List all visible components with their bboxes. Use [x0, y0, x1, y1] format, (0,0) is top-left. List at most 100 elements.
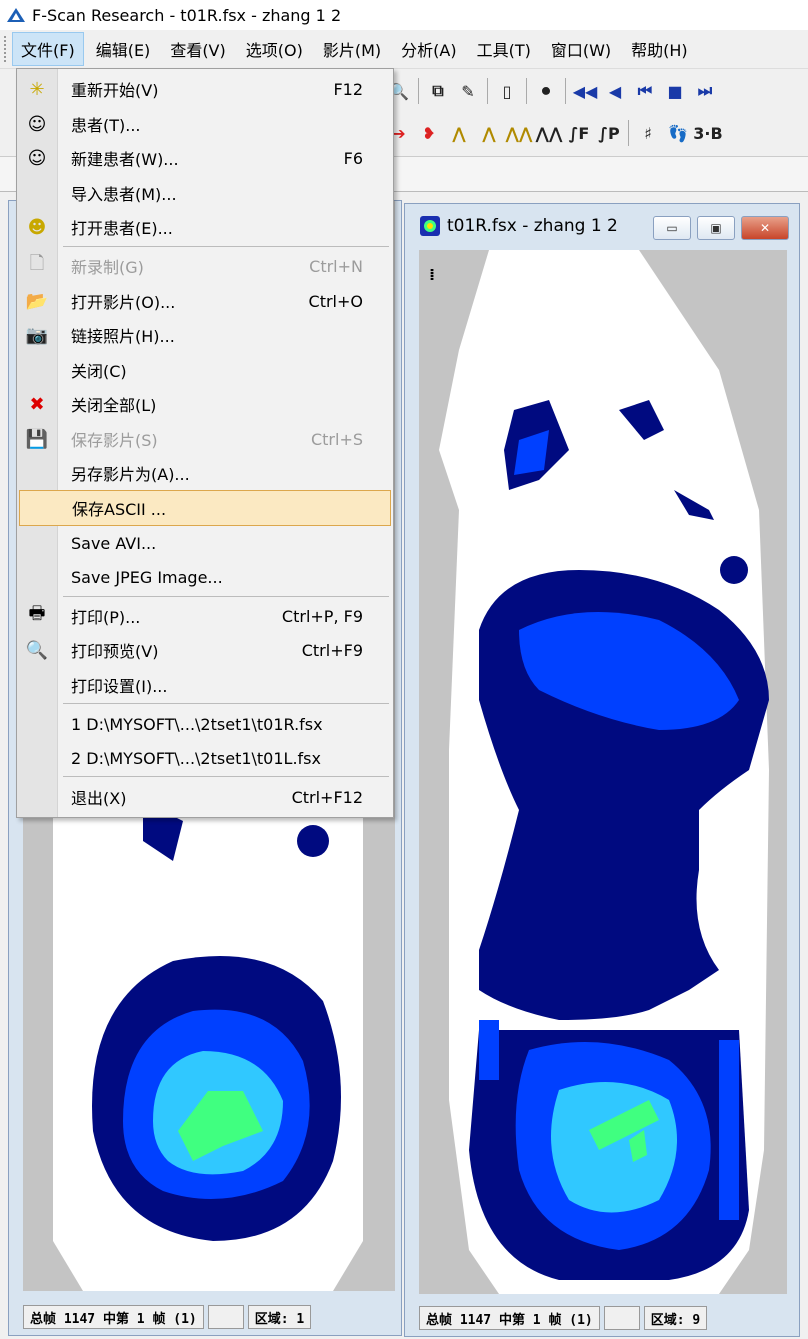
- menu-item-save-ascii[interactable]: 保存ASCII ...: [19, 490, 391, 526]
- restart-icon: ✳: [29, 78, 45, 100]
- box-3b-icon[interactable]: 3·B: [693, 119, 723, 147]
- menu-item-shortcut: Ctrl+S: [310, 429, 363, 449]
- menu-item-new-recording[interactable]: 🗋 新录制(G) Ctrl+N: [17, 249, 393, 283]
- grid-icon[interactable]: ♯: [633, 119, 663, 147]
- menu-item-label: Save AVI...: [71, 533, 157, 553]
- menu-item-open-patient[interactable]: ☻ 打开患者(E)...: [17, 210, 393, 244]
- menu-item-import-patient[interactable]: 导入患者(M)...: [17, 176, 393, 210]
- menu-item-label: 关闭全部(L): [71, 396, 157, 415]
- right-window-titlebar[interactable]: t01R.fsx - zhang 1 2 ▭ ▣ ✕: [405, 204, 799, 248]
- first-frame-icon[interactable]: ⏮: [630, 77, 660, 105]
- menu-item-recent-1[interactable]: 1 D:\MYSOFT\...\2tset1\t01R.fsx: [17, 707, 393, 741]
- menu-analysis[interactable]: 分析(A): [393, 33, 464, 65]
- multi-peak-icon[interactable]: ⋀⋀: [504, 119, 534, 147]
- status-empty: [603, 1306, 640, 1330]
- menu-item-print-preview[interactable]: 🔍 打印预览(V) Ctrl+F9: [17, 633, 393, 667]
- step-back-icon[interactable]: ◀: [600, 77, 630, 105]
- sensor-icon[interactable]: ▯: [492, 77, 522, 105]
- frame-status: 总帧 1147 中第 1 帧 (1): [419, 1306, 600, 1330]
- right-window-title: t01R.fsx - zhang 1 2: [447, 216, 618, 236]
- menu-item-save-jpeg[interactable]: Save JPEG Image...: [17, 560, 393, 594]
- left-status-bar: 总帧 1147 中第 1 帧 (1) 区域: 1: [23, 1305, 312, 1329]
- menu-item-label: 2 D:\MYSOFT\...\2tset1\t01L.fsx: [71, 748, 321, 768]
- menu-item-open-movie[interactable]: 📂 打开影片(O)... Ctrl+O: [17, 284, 393, 318]
- menu-item-label: 导入患者(M)...: [71, 185, 177, 204]
- toolbar-separator: [565, 78, 566, 104]
- menu-item-save-movie[interactable]: 💾 保存影片(S) Ctrl+S: [17, 422, 393, 456]
- menu-item-label: 打开患者(E)...: [71, 219, 173, 238]
- file-menu-dropdown: ✳ 重新开始(V) F12 ☺ 患者(T)... ☺ 新建患者(W)... F6…: [16, 68, 394, 818]
- menu-item-new-patient[interactable]: ☺ 新建患者(W)... F6: [17, 141, 393, 175]
- menu-item-shortcut: Ctrl+N: [309, 256, 363, 276]
- menu-help[interactable]: 帮助(H): [623, 33, 696, 65]
- maximize-button[interactable]: ▣: [697, 216, 735, 240]
- menu-item-print-setup[interactable]: 打印设置(I)...: [17, 668, 393, 702]
- footprint-tool-icon[interactable]: ❥: [414, 119, 444, 147]
- toolbar-separator: [487, 78, 488, 104]
- rewind-icon[interactable]: ◀◀: [570, 77, 600, 105]
- menu-view[interactable]: 查看(V): [162, 33, 233, 65]
- menu-item-patient[interactable]: ☺ 患者(T)...: [17, 107, 393, 141]
- menu-item-save-movie-as[interactable]: 另存影片为(A)...: [17, 456, 393, 490]
- menu-edit[interactable]: 编辑(E): [88, 33, 159, 65]
- frame-status: 总帧 1147 中第 1 帧 (1): [23, 1305, 204, 1329]
- copy-icon[interactable]: ⧉: [423, 77, 453, 105]
- new-recording-icon: 🗋: [29, 253, 45, 274]
- open-folder-icon: 📂: [25, 290, 49, 312]
- menu-options[interactable]: 选项(O): [238, 33, 311, 65]
- print-preview-icon: 🔍: [25, 639, 49, 661]
- minimize-button[interactable]: ▭: [653, 216, 691, 240]
- menu-item-label: 关闭(C): [71, 362, 127, 381]
- last-frame-icon[interactable]: ⏭: [690, 77, 720, 105]
- force-integral-icon[interactable]: ∫F: [564, 119, 594, 147]
- close-all-icon: ✖: [29, 393, 45, 415]
- menu-item-print[interactable]: 🖶 打印(P)... Ctrl+P, F9: [17, 599, 393, 633]
- status-empty: [207, 1305, 244, 1329]
- menu-item-save-avi[interactable]: Save AVI...: [17, 526, 393, 560]
- menu-item-label: 重新开始(V): [71, 81, 159, 100]
- menu-item-recent-2[interactable]: 2 D:\MYSOFT\...\2tset1\t01L.fsx: [17, 741, 393, 775]
- app-logo-icon: [7, 8, 25, 22]
- menu-item-shortcut: F6: [343, 148, 363, 168]
- menu-item-close[interactable]: 关闭(C): [17, 353, 393, 387]
- toolbar-separator: [526, 78, 527, 104]
- right-pressure-svg: ⁞: [429, 250, 769, 1294]
- menu-item-exit[interactable]: 退出(X) Ctrl+F12: [17, 780, 393, 814]
- menu-movie[interactable]: 影片(M): [315, 33, 389, 65]
- menu-tools[interactable]: 工具(T): [469, 33, 539, 65]
- menu-file[interactable]: 文件(F): [12, 32, 84, 66]
- right-pressure-map[interactable]: ⁞: [419, 250, 787, 1294]
- multi-peak-2-icon[interactable]: ⋀⋀: [534, 119, 564, 147]
- open-patient-icon: ☻: [27, 216, 47, 238]
- notes-icon[interactable]: ✎: [453, 77, 483, 105]
- feet-icon[interactable]: 👣: [663, 119, 693, 147]
- avg-peak-icon[interactable]: ⋀: [474, 119, 504, 147]
- menu-item-label: Save JPEG Image...: [71, 567, 223, 587]
- menu-window[interactable]: 窗口(W): [543, 33, 619, 65]
- stop-icon[interactable]: ■: [660, 77, 690, 105]
- menu-item-restart[interactable]: ✳ 重新开始(V) F12: [17, 72, 393, 106]
- region-status: 区域: 9: [643, 1306, 708, 1330]
- pressure-integral-icon[interactable]: ∫P: [594, 119, 624, 147]
- print-icon: 🖶: [28, 603, 46, 624]
- menu-item-label: 患者(T)...: [71, 116, 141, 135]
- menu-item-label: 退出(X): [71, 789, 127, 808]
- menu-item-close-all[interactable]: ✖ 关闭全部(L): [17, 387, 393, 421]
- toolbar-separator: [628, 120, 629, 146]
- menu-item-shortcut: Ctrl+F9: [301, 640, 363, 660]
- menu-item-shortcut: Ctrl+F12: [291, 787, 363, 807]
- close-button[interactable]: ✕: [741, 216, 789, 240]
- peak-icon[interactable]: ⋀: [444, 119, 474, 147]
- menubar-grip[interactable]: [4, 36, 12, 62]
- pressure-map-icon: [420, 216, 440, 236]
- menu-item-link-photo[interactable]: 📷 链接照片(H)...: [17, 318, 393, 352]
- menu-separator: [63, 776, 389, 777]
- title-bar: F-Scan Research - t01R.fsx - zhang 1 2: [0, 0, 808, 30]
- menu-item-shortcut: Ctrl+P, F9: [281, 606, 363, 626]
- menu-bar: 文件(F) 编辑(E) 查看(V) 选项(O) 影片(M) 分析(A) 工具(T…: [0, 30, 808, 69]
- right-foot-window[interactable]: t01R.fsx - zhang 1 2 ▭ ▣ ✕ ⁞ 总帧 1147 中第 …: [404, 203, 800, 1337]
- record-icon[interactable]: ⏺: [531, 77, 561, 105]
- patient-icon: ☺: [27, 113, 47, 135]
- window-title: F-Scan Research - t01R.fsx - zhang 1 2: [32, 5, 342, 25]
- menu-item-label: 打开影片(O)...: [71, 293, 176, 312]
